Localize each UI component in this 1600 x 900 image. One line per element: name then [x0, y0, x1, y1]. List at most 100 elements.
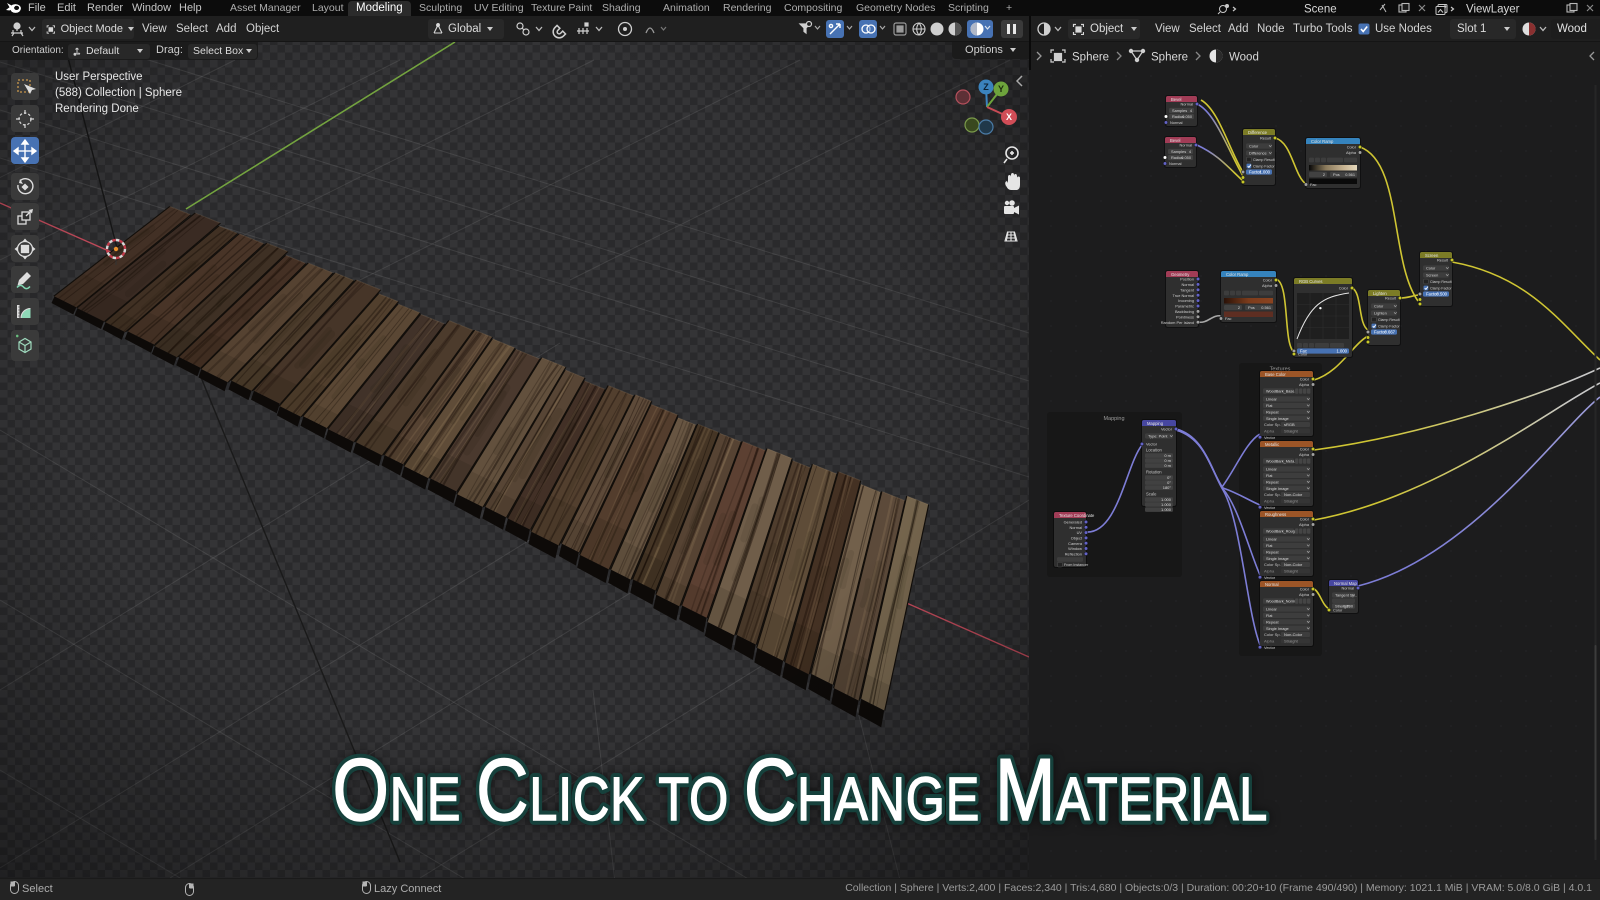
svg-text:Alpha: Alpha: [1299, 592, 1310, 597]
svg-text:Linear: Linear: [1266, 397, 1278, 402]
svg-text:2: 2: [1238, 305, 1240, 310]
svg-text:Difference: Difference: [1249, 151, 1267, 156]
svg-text:Parametric: Parametric: [1175, 304, 1194, 309]
svg-text:Screen: Screen: [1426, 273, 1438, 278]
svg-text:Vector: Vector: [1264, 575, 1276, 580]
svg-text:Repeat: Repeat: [1266, 619, 1279, 624]
svg-text:Normal: Normal: [1169, 161, 1182, 166]
svg-text:WoodBark_Norm..: WoodBark_Norm..: [1266, 600, 1297, 604]
svg-text:Wood: Wood: [1229, 52, 1259, 64]
svg-text:Vector: Vector: [1146, 442, 1158, 447]
svg-text:Mapping: Mapping: [1147, 421, 1164, 426]
svg-text:Color: Color: [1300, 447, 1310, 452]
svg-text:1.000: 1.000: [1161, 507, 1172, 512]
svg-text:Clamp Result: Clamp Result: [1430, 280, 1452, 284]
svg-text:Camera: Camera: [1068, 541, 1083, 546]
svg-text:1.000: 1.000: [1337, 349, 1348, 354]
svg-text:Result: Result: [1437, 258, 1449, 263]
svg-text:0 m: 0 m: [1164, 463, 1171, 468]
svg-text:Flat: Flat: [1266, 403, 1273, 408]
svg-text:Color: Color: [1298, 352, 1308, 357]
svg-text:Color: Color: [1300, 517, 1310, 522]
svg-text:Straight: Straight: [1284, 429, 1299, 434]
svg-text:Repeat: Repeat: [1266, 549, 1279, 554]
svg-text:From Instancer: From Instancer: [1064, 563, 1089, 567]
svg-text:Alpha: Alpha: [1264, 569, 1275, 574]
svg-text:Normal: Normal: [1179, 143, 1192, 148]
svg-text:Alpha: Alpha: [1264, 639, 1275, 644]
svg-text:Color Sp..: Color Sp..: [1264, 562, 1282, 567]
svg-text:Straight: Straight: [1284, 499, 1299, 504]
svg-text:Result: Result: [1385, 296, 1397, 301]
svg-text:Tangent: Tangent: [1180, 287, 1195, 292]
svg-text:Color: Color: [1300, 377, 1310, 382]
svg-text:Clamp Factor: Clamp Factor: [1378, 325, 1400, 329]
svg-text:Location: Location: [1146, 448, 1163, 453]
svg-text:Object: Object: [1071, 536, 1083, 541]
svg-text:Metallic: Metallic: [1265, 442, 1279, 447]
svg-text:Color Sp..: Color Sp..: [1264, 632, 1282, 637]
svg-text:Rotation: Rotation: [1146, 470, 1162, 475]
svg-text:Y: Y: [998, 84, 1004, 94]
svg-text:Linear: Linear: [1266, 607, 1278, 612]
svg-text:Non-Color: Non-Color: [1284, 492, 1303, 497]
svg-text:Fac: Fac: [1225, 316, 1232, 321]
svg-text:RGB Curves: RGB Curves: [1299, 279, 1323, 284]
svg-text:Alpha: Alpha: [1264, 499, 1275, 504]
svg-text:Result: Result: [1260, 136, 1272, 141]
svg-text:Pos: Pos: [1333, 172, 1340, 177]
svg-text:Single Image: Single Image: [1266, 416, 1289, 421]
svg-text:Repeat: Repeat: [1266, 479, 1279, 484]
svg-text:Linear: Linear: [1266, 537, 1278, 542]
svg-text:WoodBark_Meta..: WoodBark_Meta..: [1266, 460, 1296, 464]
svg-text:Sphere: Sphere: [1072, 52, 1109, 64]
svg-text:Vector: Vector: [1264, 645, 1276, 650]
svg-text:Color: Color: [1374, 304, 1384, 309]
svg-text:Non-Color: Non-Color: [1284, 562, 1303, 567]
svg-text:True Normal: True Normal: [1173, 293, 1195, 298]
svg-text:Color: Color: [1426, 266, 1436, 271]
svg-text:Lighten: Lighten: [1374, 311, 1387, 316]
svg-text:Color: Color: [1249, 144, 1259, 149]
svg-text:Rendering Done: Rendering Done: [55, 103, 139, 115]
svg-text:WoodBark_Roug..: WoodBark_Roug..: [1266, 530, 1297, 534]
svg-text:Color: Color: [1333, 608, 1343, 613]
svg-text:1.000: 1.000: [1260, 170, 1271, 175]
svg-text:0.667: 0.667: [1385, 330, 1396, 335]
svg-text:ViewLayer: ViewLayer: [1466, 4, 1520, 16]
svg-text:Z: Z: [983, 82, 989, 92]
svg-text:Alpha: Alpha: [1264, 429, 1275, 434]
svg-text:Type: Point: Type: Point: [1148, 434, 1168, 439]
svg-text:Flat: Flat: [1266, 543, 1273, 548]
svg-text:Clamp Result: Clamp Result: [1378, 318, 1400, 322]
svg-text:Position: Position: [1180, 277, 1194, 282]
svg-text:Vector: Vector: [1264, 435, 1276, 440]
svg-text:Normal: Normal: [1265, 582, 1279, 587]
svg-text:180°: 180°: [1163, 485, 1172, 490]
svg-text:Roughness: Roughness: [1265, 512, 1286, 517]
svg-text:Color: Color: [1347, 145, 1357, 150]
svg-text:Non-Color: Non-Color: [1284, 632, 1303, 637]
svg-text:Scene: Scene: [1304, 4, 1337, 16]
svg-text:WoodBark_Base..: WoodBark_Base..: [1266, 390, 1297, 394]
svg-text:Pointiness: Pointiness: [1176, 314, 1194, 319]
svg-text:Samples: Samples: [1171, 149, 1186, 154]
svg-text:Single Image: Single Image: [1266, 486, 1289, 491]
svg-text:Normal: Normal: [1341, 586, 1354, 591]
svg-text:Fac: Fac: [1310, 182, 1317, 187]
svg-text:Alpha: Alpha: [1262, 283, 1273, 288]
svg-text:Clamp Factor: Clamp Factor: [1253, 165, 1275, 169]
svg-text:Color Ramp: Color Ramp: [1226, 272, 1249, 277]
svg-text:X: X: [1006, 112, 1012, 122]
svg-text:Texture Coordinate: Texture Coordinate: [1059, 513, 1095, 518]
svg-text:Flat: Flat: [1266, 473, 1273, 478]
svg-text:(588) Collection | Sphere: (588) Collection | Sphere: [55, 87, 182, 99]
svg-text:Color: Color: [1300, 587, 1310, 592]
svg-text:Single Image: Single Image: [1266, 626, 1289, 631]
svg-text:Random Per Island: Random Per Island: [1161, 320, 1194, 325]
svg-text:Difference: Difference: [1248, 130, 1268, 135]
svg-text:Alpha: Alpha: [1299, 382, 1310, 387]
svg-text:Repeat: Repeat: [1266, 409, 1279, 414]
svg-text:Window: Window: [1068, 546, 1082, 551]
svg-text:Color Sp..: Color Sp..: [1264, 492, 1282, 497]
